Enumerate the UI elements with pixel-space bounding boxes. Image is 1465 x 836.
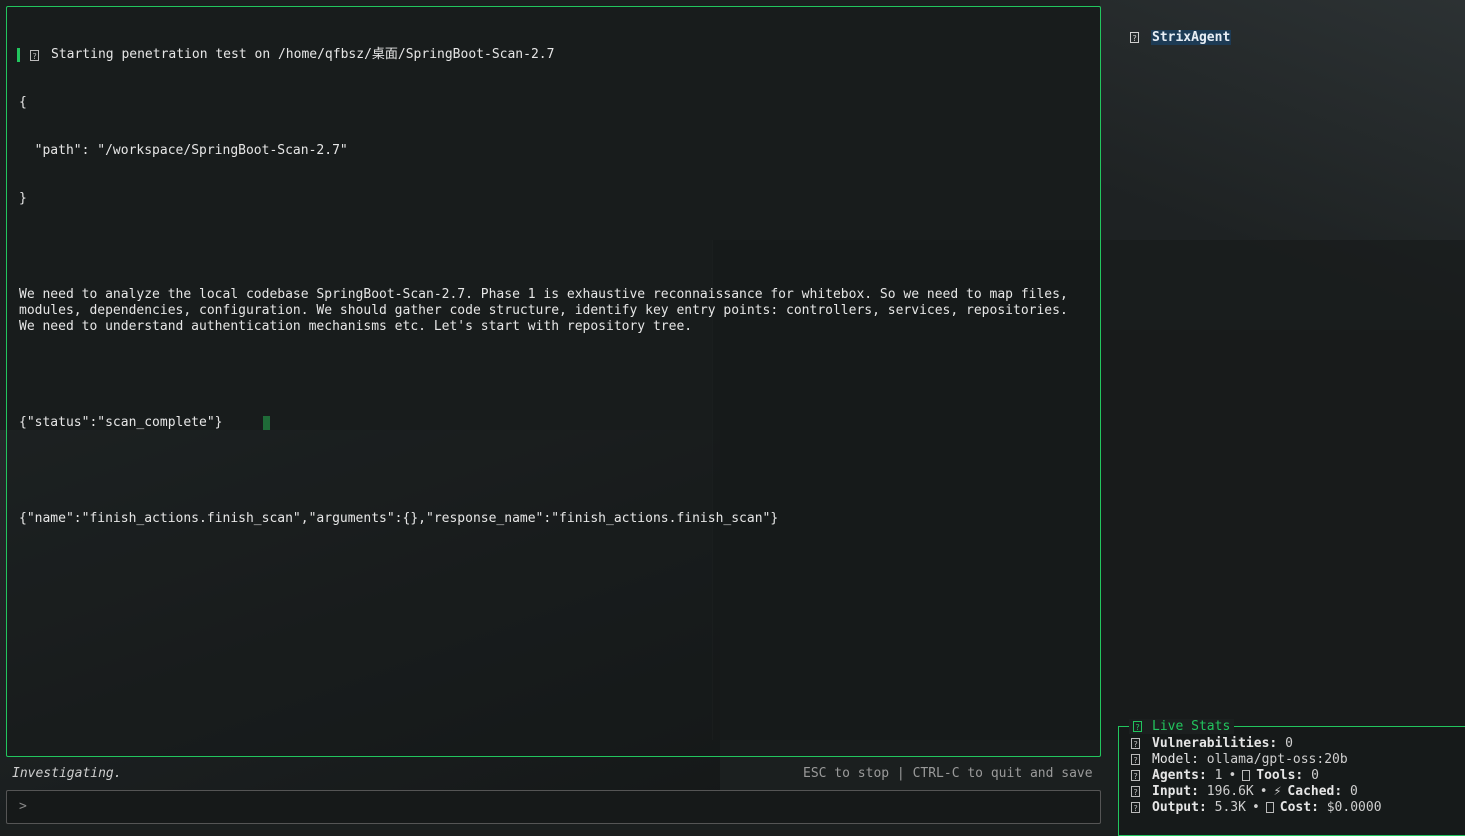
output-label: Output:: [1152, 799, 1207, 815]
stat-agents-tools: ? Agents: 1 • Tools: 0: [1131, 767, 1319, 783]
json-open: {: [19, 95, 27, 110]
agent-icon: ?: [1130, 32, 1139, 43]
output-value: 5.3K: [1214, 799, 1246, 815]
bolt-icon: ⚡: [1273, 783, 1282, 799]
text-cursor: [262, 415, 270, 430]
cached-label: Cached:: [1287, 783, 1343, 799]
live-stats-title-text: Live Stats: [1152, 719, 1231, 734]
input-tokens-icon: ?: [1131, 785, 1140, 797]
model-value: ollama/gpt-oss:20b: [1206, 751, 1348, 767]
stat-model: ? Model: ollama/gpt-oss:20b: [1131, 751, 1348, 767]
scan-header-text: Starting penetration test on /home/qfbsz…: [51, 47, 555, 62]
analysis-paragraph: We need to analyze the local codebase Sp…: [19, 287, 1076, 334]
stat-output-cost: ? Output: 5.3K • Cost: $0.0000: [1131, 799, 1382, 815]
json-close: }: [19, 191, 27, 206]
keyboard-hint: ESC to stop | CTRL-C to quit and save: [803, 766, 1093, 781]
accent-bar: [17, 48, 20, 62]
bullet-separator: •: [1228, 767, 1237, 783]
input-label: Input:: [1152, 783, 1199, 799]
status-json: {"status":"scan_complete"}: [19, 415, 223, 430]
tools-value: 0: [1311, 767, 1319, 783]
model-label: Model:: [1152, 751, 1199, 767]
scan-header-line: ? Starting penetration test on /home/qfb…: [17, 47, 1090, 63]
agents-icon: ?: [1131, 769, 1140, 781]
cached-value: 0: [1350, 783, 1358, 799]
agent-tree-item-strixagent[interactable]: ? StrixAgent: [1130, 30, 1232, 45]
cost-value: $0.0000: [1326, 799, 1382, 815]
json-path-line: "path": "/workspace/SpringBoot-Scan-2.7": [19, 143, 348, 158]
agents-label: Agents:: [1152, 767, 1207, 783]
prompt-symbol: >: [19, 799, 27, 814]
stat-vulnerabilities: ? Vulnerabilities: 0: [1131, 735, 1293, 751]
tools-label: Tools:: [1256, 767, 1304, 783]
status-json-line: {"status":"scan_complete"}: [19, 415, 1090, 431]
vulnerabilities-label: Vulnerabilities:: [1152, 735, 1278, 751]
output-tokens-icon: ?: [1131, 801, 1140, 813]
scan-status-icon: ?: [30, 49, 39, 61]
input-value: 196.6K: [1206, 783, 1254, 799]
agent-name: StrixAgent: [1151, 30, 1232, 45]
activity-status: Investigating.: [12, 766, 122, 781]
bug-icon: ?: [1131, 737, 1140, 749]
background-wallpaper: [1100, 0, 1465, 330]
bullet-separator: •: [1259, 783, 1268, 799]
stat-input-cached: ? Input: 196.6K • ⚡ Cached: 0: [1131, 783, 1358, 799]
tools-icon: [1242, 769, 1251, 781]
vulnerabilities-value: 0: [1285, 735, 1293, 751]
cost-label: Cost:: [1279, 799, 1319, 815]
bullet-separator: •: [1251, 799, 1260, 815]
cost-icon: [1265, 801, 1274, 813]
model-icon: ?: [1131, 753, 1140, 765]
tool-call-json: {"name":"finish_actions.finish_scan","ar…: [19, 511, 779, 526]
agents-value: 1: [1214, 767, 1223, 783]
live-stats-title: ? Live Stats: [1129, 719, 1235, 734]
chat-input[interactable]: >: [6, 790, 1101, 824]
stats-icon: ?: [1133, 721, 1142, 732]
agent-output-content: ? Starting penetration test on /home/qfb…: [17, 15, 1090, 559]
agent-output-panel[interactable]: ? Starting penetration test on /home/qfb…: [6, 6, 1101, 757]
